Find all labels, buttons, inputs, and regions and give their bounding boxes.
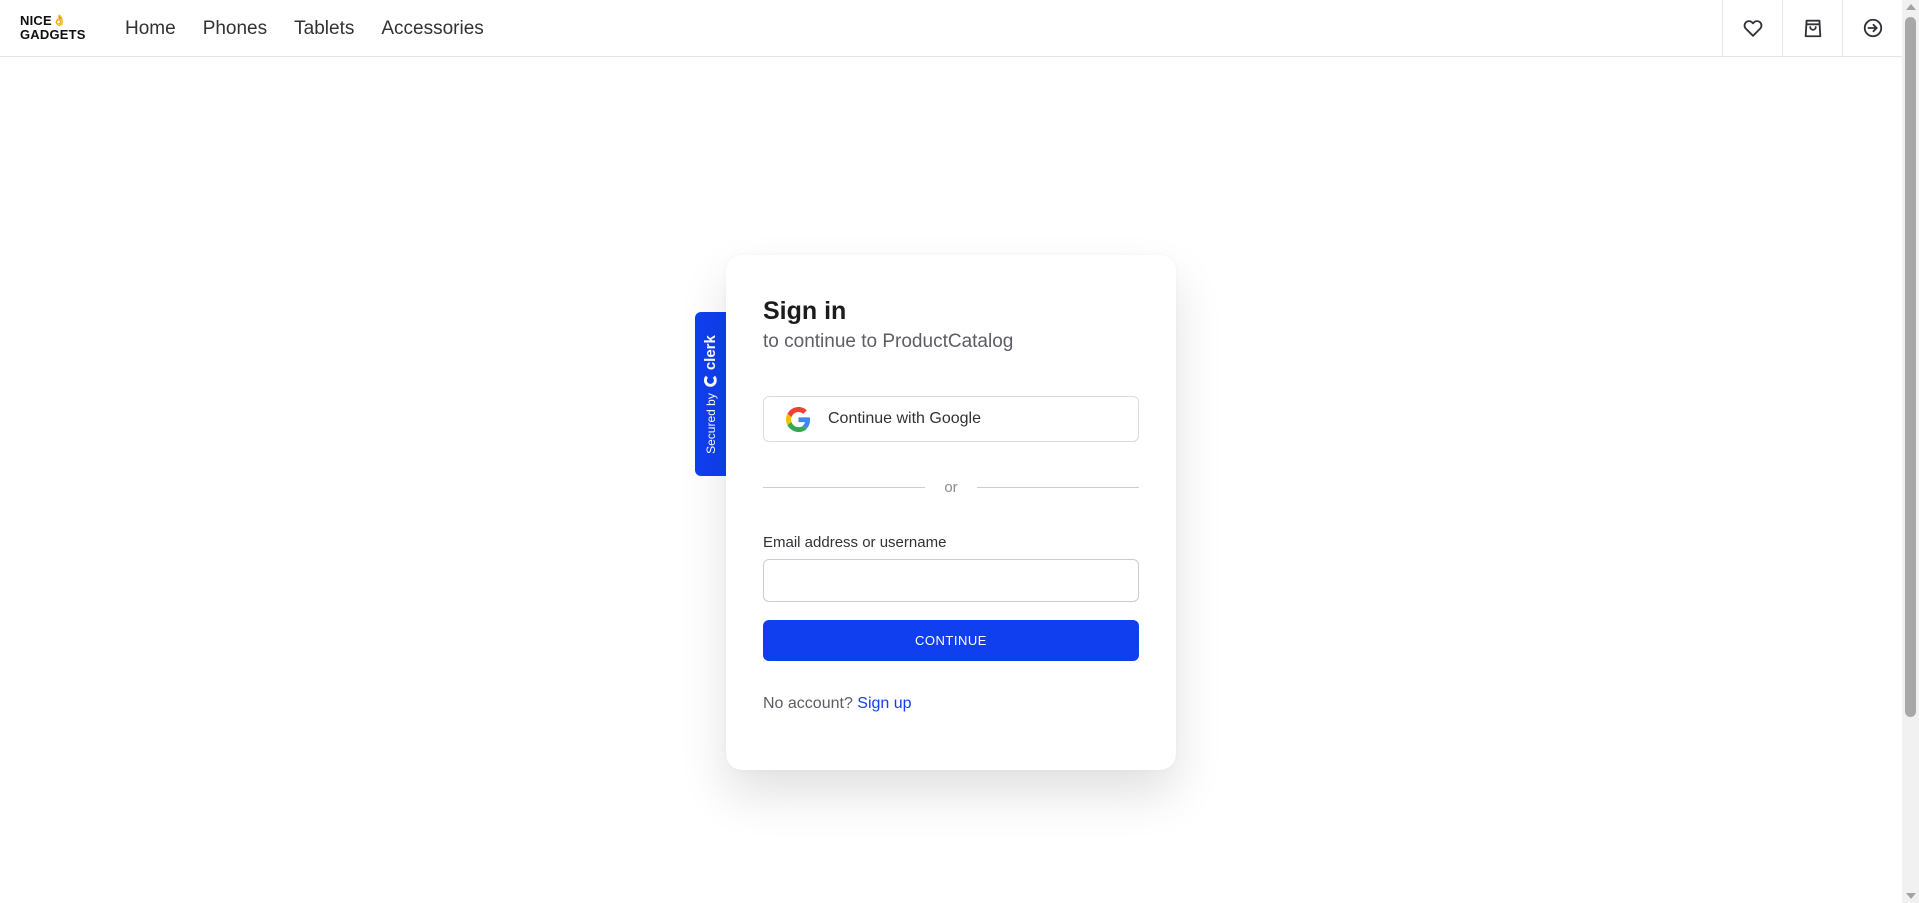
sign-in-title: Sign in <box>763 297 847 325</box>
sign-in-subtitle: to continue to ProductCatalog <box>763 331 1014 352</box>
sign-up-link[interactable]: Sign up <box>857 695 911 712</box>
heart-icon <box>1743 20 1762 37</box>
google-button-label: Continue with Google <box>828 410 981 427</box>
divider-text: or <box>944 478 958 496</box>
sign-in-icon <box>1863 18 1882 38</box>
nav-phones[interactable]: Phones <box>203 0 267 57</box>
google-icon <box>786 406 811 432</box>
or-divider: or <box>763 477 1139 497</box>
secured-by-badge[interactable]: Secured by clerk <box>695 312 726 476</box>
no-account-text: No account? <box>763 695 853 712</box>
page-scrollbar[interactable] <box>1902 0 1919 903</box>
divider-line-left <box>763 486 925 488</box>
logo-line1: NICE <box>20 13 52 28</box>
scroll-thumb[interactable] <box>1905 17 1916 717</box>
cart-button[interactable] <box>1782 0 1842 56</box>
logo[interactable]: NICE 👌 GADGETS <box>20 12 98 44</box>
nav-accessories[interactable]: Accessories <box>381 0 483 57</box>
continue-button[interactable]: CONTINUE <box>763 620 1139 661</box>
page: NICE 👌 GADGETS Home Phones Tablets Acces… <box>0 0 1919 903</box>
scroll-up-icon[interactable] <box>1906 4 1916 10</box>
nav-home[interactable]: Home <box>125 0 176 57</box>
nav-tablets[interactable]: Tablets <box>294 0 354 57</box>
main-nav: Home Phones Tablets Accessories <box>125 0 511 56</box>
site-header: NICE 👌 GADGETS Home Phones Tablets Acces… <box>0 0 1902 57</box>
divider-line-right <box>977 486 1139 488</box>
sign-in-card: Sign in to continue to ProductCatalog Co… <box>726 255 1176 770</box>
clerk-logo-icon <box>704 373 717 387</box>
continue-with-google-button[interactable]: Continue with Google <box>763 396 1139 442</box>
logo-line2: GADGETS <box>20 27 86 42</box>
scroll-down-icon[interactable] <box>1906 893 1916 899</box>
email-field[interactable] <box>763 559 1139 602</box>
header-actions <box>1722 0 1902 56</box>
sign-in-button[interactable] <box>1842 0 1902 56</box>
signup-prompt: No account? Sign up <box>763 695 912 713</box>
clerk-wordmark: clerk <box>702 334 719 370</box>
logo-hand-icon: 👌 <box>52 15 67 27</box>
email-field-label: Email address or username <box>763 534 947 551</box>
shopping-bag-icon <box>1804 19 1821 38</box>
secured-by-text: Secured by <box>703 392 718 454</box>
favorites-button[interactable] <box>1722 0 1782 56</box>
